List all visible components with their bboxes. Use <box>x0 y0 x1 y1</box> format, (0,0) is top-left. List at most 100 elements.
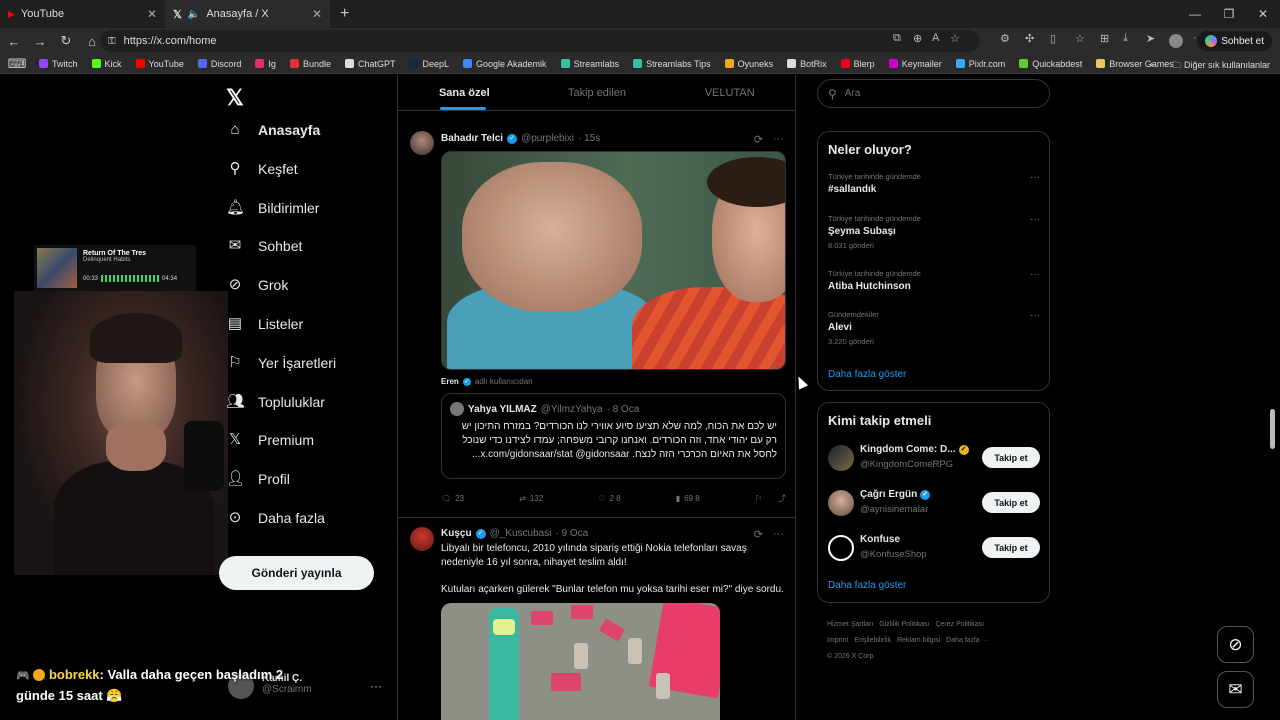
tab-x-home[interactable]: 𝕏 🔈 Anasayfa / X ✕ <box>165 0 330 28</box>
tweet[interactable]: Bahadır Telci ✓ @purplebixi · 15s ⟳ ··· … <box>398 105 795 518</box>
bookmark-item[interactable]: Ig <box>248 59 283 69</box>
more-dots-icon[interactable]: ··· <box>370 679 382 693</box>
avatar[interactable] <box>828 445 854 471</box>
bookmark-item[interactable]: Quickabdest <box>1012 59 1089 69</box>
more-dots-icon[interactable]: ··· <box>1030 269 1040 280</box>
footer-link[interactable]: Gizlilik Politikası <box>879 621 929 628</box>
messages-fab-button[interactable]: ✉ <box>1217 671 1254 708</box>
nav-item-mail[interactable]: ✉ Sohbet <box>226 237 303 255</box>
bookmark-item[interactable]: Browser Games <box>1089 59 1181 69</box>
bookmark-item[interactable]: Pixlr.com <box>949 59 1013 69</box>
tweet-author-name[interactable]: Kuşçu <box>441 528 472 539</box>
footer-link[interactable]: Erişilebilirlik <box>854 637 891 644</box>
tweet-video[interactable] <box>441 151 786 370</box>
tweet-author-handle[interactable]: @purplebixi <box>521 133 574 144</box>
quoted-tweet[interactable]: Yahya YILMAZ @YilmzYahya · 8 Oca יש לכם … <box>441 393 786 479</box>
follow-suggestion[interactable]: Çağrı Ergün ✓ @aynisinemalar Takip et <box>828 486 1040 522</box>
more-dots-icon[interactable]: ··· <box>1030 172 1040 183</box>
footer-link[interactable]: © 2026 X Corp. <box>827 653 875 660</box>
trend-item[interactable]: Gündemdekiler Alevi 3.220 gönderi ··· <box>828 310 1040 346</box>
copilot-chat-button[interactable]: Sohbet et <box>1197 31 1272 51</box>
nav-item-grok[interactable]: ⊘ Grok <box>226 276 289 294</box>
follow-suggestion[interactable]: Konfuse @KonfuseShop Takip et <box>828 531 1040 567</box>
like-button[interactable]: ♡ 2 8 <box>598 493 620 504</box>
speaker-icon[interactable]: 🔈 <box>188 9 200 20</box>
bookmark-item[interactable]: Google Akademik <box>456 59 554 69</box>
refresh-icon[interactable]: ↻ <box>54 33 78 49</box>
search-input[interactable]: ⚲ Ara <box>817 79 1050 108</box>
footer-link[interactable]: Imprint <box>827 637 848 644</box>
bookmark-item[interactable]: Oyuneks <box>718 59 781 69</box>
restore-icon[interactable]: ❐ <box>1212 0 1246 28</box>
puzzle-icon[interactable]: ✣ <box>1025 32 1034 45</box>
tweet[interactable]: Kuşçu ✓ @_Kuscubasi · 9 Oca ⟳ ··· Libyal… <box>398 519 795 720</box>
follow-button[interactable]: Takip et <box>982 492 1040 513</box>
footer-link[interactable]: Hizmet Şartları <box>827 621 873 628</box>
footer-link[interactable]: Daha fazla ··· <box>946 637 988 644</box>
footer-link[interactable]: Reklam bilgisi <box>897 637 940 644</box>
show-more-follow-link[interactable]: Daha fazla göster <box>828 580 906 591</box>
close-window-icon[interactable]: ✕ <box>1246 0 1280 28</box>
close-tab-icon[interactable]: ✕ <box>312 7 322 21</box>
bookmark-item[interactable]: Streamlabs Tips <box>626 59 718 69</box>
tweet-author-name[interactable]: Bahadır Telci <box>441 133 503 144</box>
minimize-icon[interactable]: — <box>1178 0 1212 28</box>
nav-item-search[interactable]: ⚲ Keşfet <box>226 160 298 178</box>
collections-icon[interactable]: ⊞ <box>1100 32 1109 45</box>
show-more-trends-link[interactable]: Daha fazla göster <box>828 369 906 380</box>
bookmark-item[interactable]: Keymailer <box>882 59 949 69</box>
nav-item-profile[interactable]: 👤︎ Profil <box>226 470 290 488</box>
follow-button[interactable]: Takip et <box>982 447 1040 468</box>
avatar[interactable] <box>828 535 854 561</box>
more-dots-icon[interactable]: ··· <box>1030 310 1040 321</box>
repost-button[interactable]: ⇄ 132 <box>519 493 543 504</box>
scrollbar[interactable] <box>1270 409 1275 449</box>
bookmark-item[interactable]: BotRix <box>780 59 834 69</box>
more-dots-icon[interactable]: ··· <box>1030 214 1040 225</box>
repost-context[interactable]: Eren ✓ adlı kullanıcıdan <box>441 377 533 386</box>
avatar[interactable] <box>828 490 854 516</box>
bookmark-item[interactable]: DeepL <box>402 59 456 69</box>
favorites-icon[interactable]: ☆ <box>1075 32 1085 45</box>
tab-following[interactable]: Takip edilen <box>531 75 664 110</box>
reply-button[interactable]: 🗨 23 <box>441 493 464 504</box>
bookmark-item[interactable]: Blerp <box>834 59 882 69</box>
nav-item-home[interactable]: ⌂ Anasayfa <box>226 121 320 139</box>
bookmark-item[interactable]: Twitch <box>32 59 85 69</box>
other-bookmarks-folder[interactable]: 🗀 Diğer sık kullanılanlar <box>1172 58 1270 74</box>
grok-fab-button[interactable]: ⊘ <box>1217 626 1254 663</box>
trend-item[interactable]: Türkiye tarihinde gündemde Atiba Hutchins… <box>828 269 1040 292</box>
share-icon[interactable]: ⤴ <box>778 493 786 504</box>
split-screen-icon[interactable]: ▯ <box>1050 32 1056 45</box>
bookmark-item[interactable]: Kick <box>85 59 129 69</box>
nav-item-x[interactable]: 𝕏 Premium <box>226 431 314 449</box>
trend-item[interactable]: Türkiye tarihinde gündemde #sallandık ··· <box>828 172 1040 195</box>
read-aloud-icon[interactable]: A <box>932 32 939 44</box>
more-dots-icon[interactable]: ··· <box>773 133 784 146</box>
profile-avatar-icon[interactable] <box>1169 34 1183 48</box>
nav-item-more[interactable]: ⊙ Daha fazla <box>226 509 325 527</box>
close-tab-icon[interactable]: ✕ <box>147 7 157 21</box>
bookmarks-menu-icon[interactable]: ⌨ <box>2 56 32 72</box>
bookmark-item[interactable]: YouTube <box>129 59 191 69</box>
bookmark-item[interactable]: Bundle <box>283 59 338 69</box>
url-input[interactable]: ⚿ https://x.com/home <box>100 30 980 52</box>
forward-icon[interactable]: → <box>28 34 52 49</box>
bookmark-item[interactable]: Streamlabs <box>554 59 627 69</box>
new-tab-button[interactable]: + <box>340 5 349 23</box>
avatar[interactable] <box>410 527 434 551</box>
zoom-icon[interactable]: ⊕ <box>913 32 922 45</box>
tweet-time[interactable]: · 9 Oca <box>555 528 588 539</box>
favorite-star-icon[interactable]: ☆ <box>950 32 960 45</box>
avatar[interactable] <box>410 131 434 155</box>
grok-icon[interactable]: ⟳ <box>754 528 763 541</box>
download-icon[interactable]: ⤓ <box>1123 32 1128 45</box>
nav-item-list[interactable]: ▤ Listeler <box>226 315 303 333</box>
nav-item-bell[interactable]: 🔔︎ Bildirimler <box>226 199 319 217</box>
bookmark-item[interactable]: Discord <box>191 59 249 69</box>
more-dots-icon[interactable]: ··· <box>773 528 784 541</box>
views-button[interactable]: ▮ 69 8 <box>676 493 700 504</box>
follow-button[interactable]: Takip et <box>982 537 1040 558</box>
grok-icon[interactable]: ⟳ <box>754 133 763 146</box>
post-button[interactable]: Gönderi yayınla <box>219 556 374 590</box>
